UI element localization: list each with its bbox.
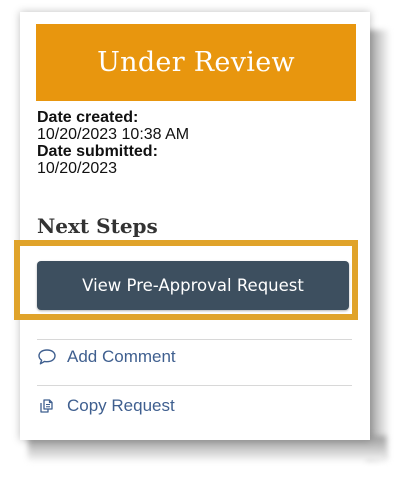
copy-request-label: Copy Request (67, 396, 175, 415)
copy-request-link[interactable]: Copy Request (37, 396, 175, 416)
speech-bubble-icon (37, 348, 57, 366)
date-created-value: 10/20/2023 10:38 AM (37, 126, 190, 143)
add-comment-link[interactable]: Add Comment (37, 347, 176, 367)
status-banner: Under Review (36, 24, 356, 101)
request-status-card: Under Review Date created: 10/20/2023 10… (14, 12, 370, 440)
next-steps-heading: Next Steps (37, 214, 158, 238)
divider-top (37, 339, 352, 340)
date-submitted-value: 10/20/2023 (37, 160, 118, 177)
view-pre-approval-request-button[interactable]: View Pre-Approval Request (37, 261, 349, 310)
request-dates: Date created: 10/20/2023 10:38 AM Date s… (37, 109, 357, 177)
add-comment-label: Add Comment (67, 347, 176, 366)
date-created-label: Date created: (37, 109, 139, 126)
divider-middle (37, 385, 352, 386)
date-submitted-label: Date submitted: (37, 143, 158, 160)
screenshot-stage: Under Review Date created: 10/20/2023 10… (0, 0, 400, 483)
status-title: Under Review (97, 47, 295, 78)
copy-icon (37, 397, 57, 415)
